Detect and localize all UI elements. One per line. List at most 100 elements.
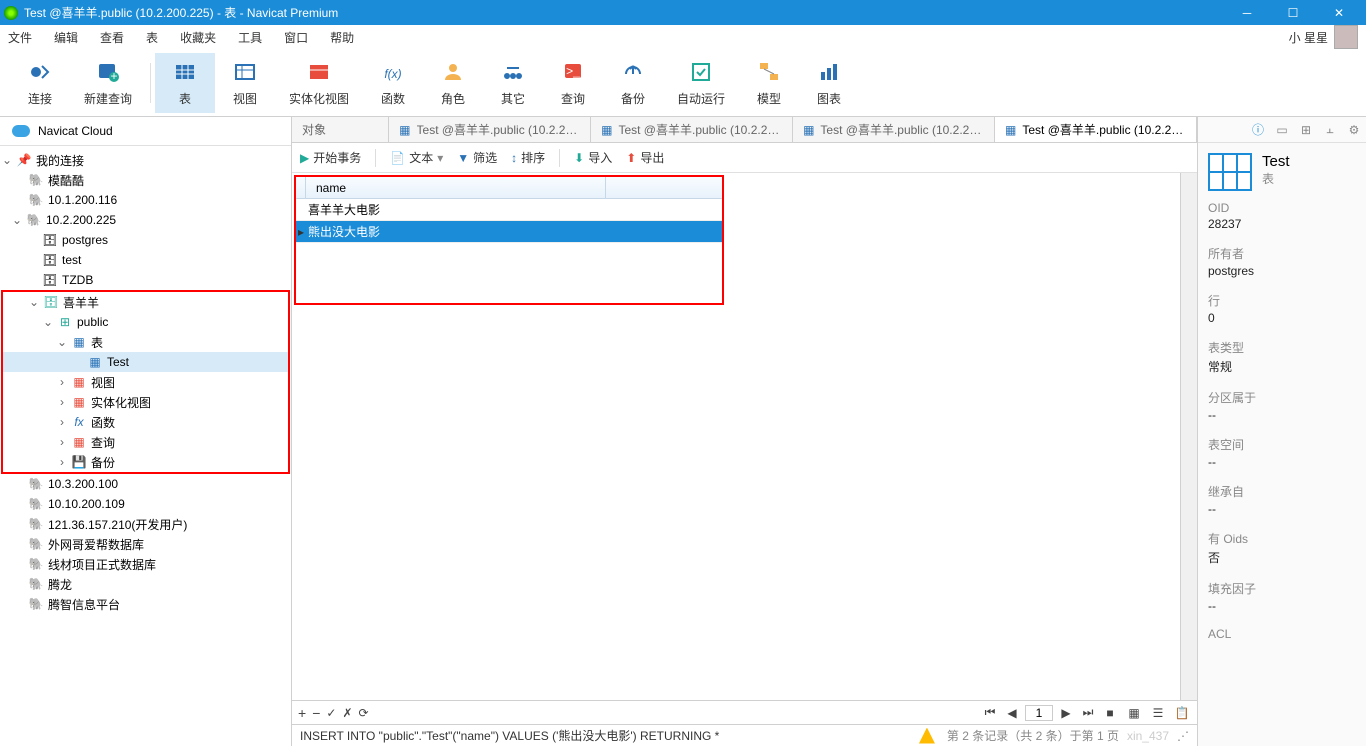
tree-db[interactable]: 🗄TZDB [0, 270, 291, 290]
grid-view-button[interactable]: ▦ [1125, 704, 1143, 722]
tb-newquery[interactable]: +新建查询 [70, 53, 146, 113]
begin-transaction-button[interactable]: ▶开始事务 [300, 149, 361, 166]
info-panel: ⓘ ▭ ⊞ ⫠ ⚙ Test 表 OID28237 所有者postgres 行0… [1198, 117, 1366, 746]
tabstrip: 对象 ▦Test @喜羊羊.public (10.2.20... ▦Test @… [292, 117, 1197, 143]
tb-matview[interactable]: 实体化视图 [275, 53, 363, 113]
menu-file[interactable]: 文件 [8, 29, 32, 46]
cancel-button[interactable]: ✗ [342, 706, 352, 720]
tb-query[interactable]: >_查询 [543, 53, 603, 113]
tab-test-3[interactable]: ▦Test @喜羊羊.public (10.2.20... [793, 117, 995, 142]
record-status: 第 2 条记录（共 2 条）于第 1 页 [947, 725, 1119, 747]
data-row[interactable]: 喜羊羊大电影 [296, 199, 722, 221]
tree-functions[interactable]: ›fx函数 [3, 412, 288, 432]
tab-test-4[interactable]: ▦Test @喜羊羊.public (10.2.20... [995, 117, 1197, 142]
tree-conn[interactable]: 🐘10.1.200.116 [0, 190, 291, 210]
avatar-icon[interactable] [1334, 25, 1358, 49]
menu-view[interactable]: 查看 [100, 29, 124, 46]
tree-conn[interactable]: 🐘腾智信息平台 [0, 594, 291, 614]
last-page-button[interactable]: ⏭ [1079, 704, 1097, 722]
filter-button[interactable]: ▼筛选 [457, 149, 497, 166]
tree-conn[interactable]: 🐘模酷酷 [0, 170, 291, 190]
info-tab-preview[interactable]: ⫠ [1322, 122, 1338, 137]
prop-label: ACL [1208, 627, 1356, 641]
tree-conn[interactable]: 🐘线材项目正式数据库 [0, 554, 291, 574]
apply-button[interactable]: ✓ [326, 706, 336, 720]
tree-schema[interactable]: ⌄⊞public [3, 312, 288, 332]
tab-test-1[interactable]: ▦Test @喜羊羊.public (10.2.20... [389, 117, 591, 142]
data-grid[interactable]: name 喜羊羊大电影 ▸熊出没大电影 [294, 175, 724, 305]
tb-model[interactable]: 模型 [739, 53, 799, 113]
prop-value: 常规 [1208, 358, 1356, 375]
tab-test-2[interactable]: ▦Test @喜羊羊.public (10.2.20... [591, 117, 793, 142]
export-button[interactable]: ⬆导出 [626, 149, 664, 166]
cloud-header[interactable]: Navicat Cloud [0, 117, 291, 145]
server-icon: 🐘 [28, 172, 44, 188]
import-button[interactable]: ⬇导入 [574, 149, 612, 166]
delete-row-button[interactable]: − [312, 705, 320, 721]
tb-function[interactable]: f(x)函数 [363, 53, 423, 113]
tb-role[interactable]: 角色 [423, 53, 483, 113]
tree-conn[interactable]: 🐘121.36.157.210(开发用户) [0, 514, 291, 534]
menu-edit[interactable]: 编辑 [54, 29, 78, 46]
tree-matviews[interactable]: ›▦实体化视图 [3, 392, 288, 412]
tree-backups[interactable]: ›💾备份 [3, 452, 288, 472]
next-page-button[interactable]: ▶ [1057, 704, 1075, 722]
info-tab-general[interactable]: ⓘ [1250, 121, 1266, 138]
menu-tools[interactable]: 工具 [238, 29, 262, 46]
info-tab-settings[interactable]: ⚙ [1346, 123, 1362, 137]
tree-conn[interactable]: 🐘10.10.200.109 [0, 494, 291, 514]
tb-table[interactable]: 表 [155, 53, 215, 113]
prev-page-button[interactable]: ◀ [1003, 704, 1021, 722]
column-header-name[interactable]: name [306, 177, 606, 198]
user-name[interactable]: 小 星星 [1289, 29, 1328, 46]
detail-view-button[interactable]: 📋 [1173, 704, 1191, 722]
tree-table-test[interactable]: ▦Test [3, 352, 288, 372]
svg-text:f(x): f(x) [384, 67, 401, 81]
menu-help[interactable]: 帮助 [330, 29, 354, 46]
form-view-button[interactable]: ☰ [1149, 704, 1167, 722]
add-row-button[interactable]: + [298, 705, 306, 721]
tb-backup[interactable]: 备份 [603, 53, 663, 113]
tb-other[interactable]: 其它 [483, 53, 543, 113]
tree-db[interactable]: 🗄test [0, 250, 291, 270]
menu-favorites[interactable]: 收藏夹 [180, 29, 216, 46]
close-button[interactable]: ✕ [1316, 0, 1362, 25]
table-icon: ▦ [399, 123, 410, 137]
tree-conn[interactable]: 🐘外网哥爱帮数据库 [0, 534, 291, 554]
tree-conn[interactable]: 🐘10.3.200.100 [0, 474, 291, 494]
info-tab-rel[interactable]: ⊞ [1298, 123, 1314, 137]
tree-views[interactable]: ›▦视图 [3, 372, 288, 392]
menu-window[interactable]: 窗口 [284, 29, 308, 46]
tree-queries[interactable]: ›▦查询 [3, 432, 288, 452]
first-page-button[interactable]: ⏮ [981, 704, 999, 722]
tb-schedule[interactable]: 自动运行 [663, 53, 739, 113]
tree-db-open[interactable]: ⌄🗄喜羊羊 [3, 292, 288, 312]
tree-tables[interactable]: ⌄▦表 [3, 332, 288, 352]
menu-table[interactable]: 表 [146, 29, 158, 46]
warning-icon[interactable] [919, 728, 935, 744]
sidebar: Navicat Cloud ⌄📌我的连接 🐘模酷酷 🐘10.1.200.116 … [0, 117, 292, 746]
tree-db[interactable]: 🗄postgres [0, 230, 291, 250]
server-icon: 🐘 [26, 212, 42, 228]
sort-button[interactable]: ↕排序 [511, 149, 545, 166]
stop-button[interactable]: ■ [1101, 704, 1119, 722]
vertical-scrollbar[interactable] [1180, 173, 1197, 700]
minimize-button[interactable]: ─ [1224, 0, 1270, 25]
maximize-button[interactable]: ☐ [1270, 0, 1316, 25]
tree-root[interactable]: ⌄📌我的连接 [0, 150, 291, 170]
tree-conn-open[interactable]: ⌄🐘10.2.200.225 [0, 210, 291, 230]
tab-objects[interactable]: 对象 [292, 117, 389, 142]
tb-view[interactable]: 视图 [215, 53, 275, 113]
tree-conn[interactable]: 🐘腾龙 [0, 574, 291, 594]
data-row-selected[interactable]: ▸熊出没大电影 [296, 221, 722, 243]
tb-connection[interactable]: 连接 [10, 53, 70, 113]
resize-grip-icon[interactable]: ⋰ [1177, 725, 1189, 747]
page-input[interactable] [1025, 705, 1053, 721]
info-tab-ddl[interactable]: ▭ [1274, 123, 1290, 137]
refresh-button[interactable]: ⟳ [359, 706, 369, 720]
tb-chart[interactable]: 图表 [799, 53, 859, 113]
sql-statement: INSERT INTO "public"."Test"("name") VALU… [300, 725, 719, 747]
text-button[interactable]: 📄文本 ▾ [390, 149, 443, 166]
data-area: name 喜羊羊大电影 ▸熊出没大电影 [292, 173, 1197, 700]
server-icon: 🐘 [28, 192, 44, 208]
